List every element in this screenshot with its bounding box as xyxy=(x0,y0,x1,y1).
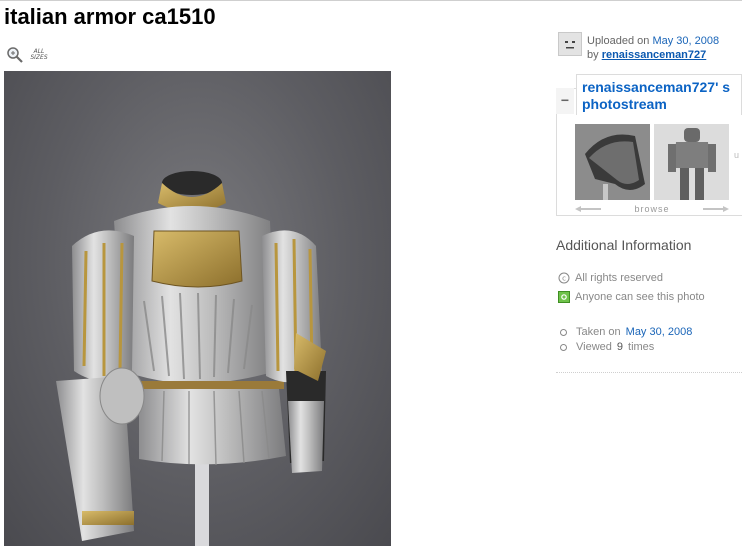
by-prefix: by xyxy=(587,49,599,61)
section-divider xyxy=(556,372,742,373)
rights-row: c All rights reserved xyxy=(558,272,663,284)
photostream-title-link[interactable]: renaissanceman727' s photostream xyxy=(576,74,742,115)
visibility-row: Anyone can see this photo xyxy=(558,291,705,303)
all-sizes-label: ALL SIZES xyxy=(30,48,48,61)
collapse-button[interactable]: − xyxy=(556,88,574,114)
thumbnail-armor-suit[interactable] xyxy=(654,124,729,200)
uploaded-prefix: Uploaded on xyxy=(587,35,650,47)
taken-row: Taken on May 30, 2008 xyxy=(558,326,692,338)
all-sizes-button[interactable]: ALL SIZES xyxy=(6,46,50,64)
bullet-icon xyxy=(560,343,567,351)
photostream-thumbnails xyxy=(575,124,729,200)
main-photo[interactable] xyxy=(4,71,391,546)
taken-date-link[interactable]: May 30, 2008 xyxy=(626,326,693,338)
visibility-text: Anyone can see this photo xyxy=(575,291,705,303)
more-thumbnails-hint: u xyxy=(734,150,740,160)
viewed-suffix: times xyxy=(628,341,655,353)
arrow-left-icon[interactable] xyxy=(575,205,601,212)
bullet-icon xyxy=(560,328,567,336)
viewed-prefix: Viewed xyxy=(576,341,612,353)
helmet-thumbnail-image xyxy=(575,124,650,200)
public-icon xyxy=(558,291,570,303)
zoom-icon xyxy=(7,47,23,63)
buddy-icon xyxy=(565,41,575,49)
photostream-browse-bar: browse xyxy=(575,202,729,215)
viewed-count: 9 xyxy=(616,341,624,353)
top-rule xyxy=(0,0,742,1)
uploaded-date-link[interactable]: May 30, 2008 xyxy=(652,35,719,47)
arrow-right-icon[interactable] xyxy=(702,205,729,212)
page-title: italian armor ca1510 xyxy=(4,4,216,29)
copyright-icon: c xyxy=(558,272,570,284)
thumbnail-helmet[interactable] xyxy=(575,124,650,200)
additional-info-heading: Additional Information xyxy=(556,237,692,253)
taken-prefix: Taken on xyxy=(576,326,621,338)
armor-image xyxy=(56,171,326,546)
browse-link[interactable]: browse xyxy=(634,204,669,214)
upload-info: Uploaded on May 30, 2008 by renaissancem… xyxy=(587,34,719,62)
armor-suit-thumbnail-image xyxy=(654,124,729,200)
svg-text:c: c xyxy=(562,275,566,283)
viewed-row: Viewed 9 times xyxy=(558,341,654,353)
rights-text: All rights reserved xyxy=(575,272,664,284)
uploader-avatar[interactable] xyxy=(558,32,582,56)
uploader-username-link[interactable]: renaissanceman727 xyxy=(602,49,707,61)
